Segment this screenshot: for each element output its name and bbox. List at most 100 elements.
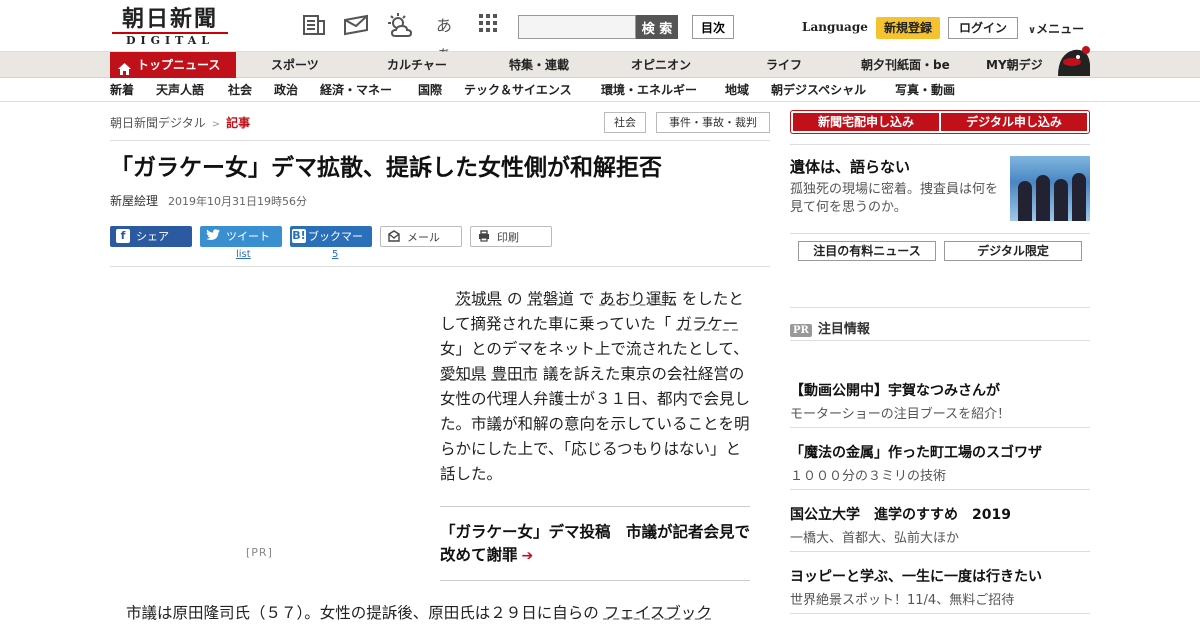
link-aichi[interactable]: 愛知県 [440,365,487,383]
divider [110,266,770,267]
link-aori[interactable]: あおり運転 [599,290,677,308]
language-link[interactable]: Language [802,20,868,34]
link-joban[interactable]: 常磐道 [527,290,574,308]
nav-culture[interactable]: カルチャー [387,52,447,78]
pr-heading: PR 注目情報 [790,318,870,337]
article-headline: 「ガラケー女」デマ拡散、提訴した女性側が和解拒否 [110,155,662,181]
nav-tech-science[interactable]: テック＆サイエンス [464,79,572,102]
hatena-icon: B! [292,229,306,243]
twitter-share-button[interactable]: ツイート [200,226,282,247]
nav-politics[interactable]: 政治 [274,79,298,102]
mail-share-icon [387,230,401,244]
signup-button[interactable]: 新規登録 [876,17,940,39]
grid-icon[interactable] [474,12,502,40]
chevron-down-icon: ∨ [1028,25,1037,36]
body-text: で [573,290,600,308]
subscribe-digital-button[interactable]: デジタル申し込み [941,113,1087,131]
nav-features[interactable]: 特集・連載 [509,52,569,78]
nav-top-news-label: トップニュース [137,58,221,72]
subscribe-box: 新聞宅配申し込み デジタル申し込み [790,110,1090,134]
nav-region[interactable]: 地域 [725,79,749,102]
byline: 新屋絵理 2019年10月31日19時56分 [110,192,307,209]
divider [790,551,1090,552]
tag-society[interactable]: 社会 [604,112,646,133]
divider [790,340,1090,341]
author: 新屋絵理 [110,194,159,208]
nav-environment[interactable]: 環境・エネルギー [601,79,697,102]
divider [790,427,1090,428]
nav-special[interactable]: 朝デジスペシャル [771,79,866,102]
logo-sub-text: DIGITAL [112,32,228,48]
arrow-right-icon: ➔ [521,548,534,564]
divider [790,489,1090,490]
breadcrumb: 朝日新聞デジタル > 記事 [110,114,250,131]
mascot-icon [1056,44,1092,78]
nav-latest[interactable]: 新着 [110,79,134,102]
divider [110,140,770,141]
pr-item-title[interactable]: 「魔法の金属」作った町工場のスゴワザ [790,442,1042,462]
divider [790,307,1090,308]
paid-news-button[interactable]: 注目の有料ニュース [798,241,936,261]
pr-item-desc: １０００分の３ミリの技術 [790,469,947,484]
nav-sports[interactable]: スポーツ [271,52,319,78]
article-body-paragraph-2: 市議は原田隆司氏（５７）。女性の提訴後、原田氏は２９日に自らの フェイスブック [126,601,766,626]
search-button[interactable]: 検 索 [636,15,678,39]
divider [790,233,1090,234]
nav-photo-video[interactable]: 写真・動画 [895,79,955,102]
secondary-nav: 新着 天声人語 社会 政治 経済・マネー 国際 テック＆サイエンス 環境・エネル… [0,79,1200,102]
breadcrumb-home[interactable]: 朝日新聞デジタル [110,116,206,130]
menu-button[interactable]: ∨メニュー [1028,20,1084,37]
body-text: の [502,290,528,308]
digital-only-button[interactable]: デジタル限定 [944,241,1082,261]
facebook-share-button[interactable]: f シェア [110,226,192,247]
pr-item-title[interactable]: ヨッピーと学ぶ、一生に一度は行きたい [790,566,1042,586]
mail-share-label: メール [407,231,440,244]
pr-item-desc: 一橋大、首都大、弘前大ほか [790,531,960,546]
search-input[interactable] [518,15,636,39]
nav-international[interactable]: 国際 [418,79,442,102]
subscribe-paper-button[interactable]: 新聞宅配申し込み [793,113,939,131]
twitter-count[interactable]: list [236,249,251,260]
feature-thumbnail[interactable] [1010,156,1090,221]
print-label: 印刷 [497,231,519,244]
link-toyota[interactable]: 豊田市 [491,365,538,383]
mail-share-button[interactable]: メール [380,226,462,247]
print-button[interactable]: 印刷 [470,226,552,247]
nav-society[interactable]: 社会 [228,79,252,102]
link-garake[interactable]: ガラケー [676,315,738,333]
divider [790,613,1090,614]
nav-top-news[interactable]: トップニュース [110,52,236,78]
nav-my-asadigi[interactable]: MY朝デジ [986,52,1043,78]
pr-item-title[interactable]: 【動画公開中】宇賀なつみさんが [790,380,1000,400]
asahi-logo[interactable]: 朝日新聞 DIGITAL [112,6,228,48]
mail-icon[interactable] [342,12,370,40]
feature-title[interactable]: 遺体は、語らない [790,156,910,177]
body-indent [440,290,456,308]
nav-opinion[interactable]: オピニオン [631,52,691,78]
font-size-icon[interactable]: あぁ [430,12,458,63]
printer-icon [477,230,491,244]
login-button[interactable]: ログイン [948,17,1018,39]
menu-label: メニュー [1036,22,1085,36]
weather-icon[interactable] [386,12,414,40]
pr-label: [PR] [246,546,273,559]
toc-button[interactable]: 目次 [692,15,734,39]
feature-description: 孤独死の現場に密着。捜査員は何を見て何を思うのか。 [790,182,999,215]
hatena-count[interactable]: 5 [332,249,338,260]
nav-life[interactable]: ライフ [766,52,802,78]
link-ibaraki[interactable]: 茨城県 [456,290,503,308]
related-article-title: 「ガラケー女」デマ投稿 市議が記者会見で改めて謝罪 [440,523,751,564]
divider [790,144,1090,145]
nav-tenseijingo[interactable]: 天声人語 [156,79,204,102]
link-facebook[interactable]: フェイスブック [604,604,712,622]
facebook-icon: f [116,229,130,243]
pr-item-desc: 世界絶景スポット！11/4、無料ご招待 [790,593,1015,608]
hatena-bookmark-button[interactable]: B! ブックマーク [290,226,372,264]
newspaper-icon[interactable] [300,12,328,40]
related-article-link[interactable]: 「ガラケー女」デマ投稿 市議が記者会見で改めて謝罪 ➔ [440,521,750,568]
nav-economy[interactable]: 経済・マネー [320,79,392,102]
pr-item-title[interactable]: 国公立大学 進学のすすめ 2019 [790,504,1011,524]
nav-paper[interactable]: 朝夕刊紙面・be [861,52,950,78]
body-text: 市議は原田隆司氏（５７）。女性の提訴後、原田氏は２９日に自らの [126,604,604,622]
tag-incidents[interactable]: 事件・事故・裁判 [656,112,770,133]
